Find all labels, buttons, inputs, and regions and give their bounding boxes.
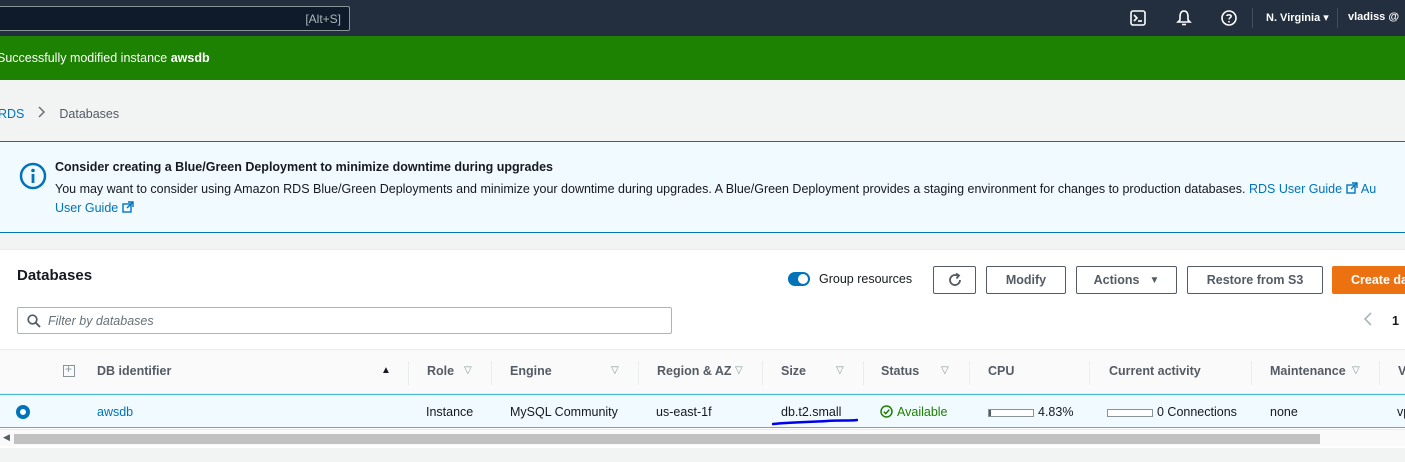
row-select-radio[interactable] — [16, 405, 30, 419]
status-ok-icon — [880, 405, 893, 418]
column-divider — [1379, 361, 1380, 385]
breadcrumb: RDS Databases — [0, 106, 119, 121]
column-role[interactable]: Role — [427, 364, 454, 378]
column-divider — [408, 361, 409, 385]
column-divider — [638, 361, 639, 385]
activity-bar — [1107, 409, 1153, 417]
column-current-activity[interactable]: Current activity — [1109, 364, 1201, 378]
column-divider — [863, 361, 864, 385]
cell-engine: MySQL Community — [510, 405, 618, 419]
sort-icon[interactable]: ▽ — [611, 365, 619, 376]
column-divider — [491, 361, 492, 385]
caret-down-icon: ▼ — [1149, 274, 1160, 286]
column-divider — [1089, 361, 1090, 385]
expand-all-icon[interactable] — [63, 362, 75, 377]
search-input[interactable]: [Alt+S] — [0, 6, 350, 31]
cpu-usage-bar — [988, 409, 1034, 417]
info-icon — [19, 162, 47, 190]
refresh-icon — [948, 272, 961, 286]
account-menu[interactable]: vladiss @ — [1348, 11, 1399, 23]
flash-instance-name: awsdb — [170, 51, 210, 65]
cell-cpu: 4.83% — [1038, 405, 1074, 419]
scroll-left-icon[interactable]: ◀ — [3, 432, 10, 443]
alert-body: You may want to consider using Amazon RD… — [55, 182, 1377, 215]
cpu-usage-fill — [989, 410, 992, 416]
nav-divider — [1252, 8, 1253, 28]
cell-size: db.t2.small — [781, 405, 842, 419]
column-cpu[interactable]: CPU — [988, 364, 1014, 378]
actions-button[interactable]: Actions ▼ — [1076, 266, 1177, 294]
page-footer-strip — [0, 448, 1405, 462]
column-maintenance[interactable]: Maintenance — [1270, 364, 1346, 378]
column-divider — [762, 361, 763, 385]
cell-region-az: us-east-1f — [656, 405, 712, 419]
group-resources-toggle[interactable] — [788, 272, 810, 286]
nav-divider — [1337, 8, 1338, 28]
column-region-az[interactable]: Region & AZ — [657, 364, 732, 378]
region-selector[interactable]: N. Virginia ▾ — [1266, 11, 1329, 24]
db-identifier-link[interactable]: awsdb — [97, 405, 133, 419]
breadcrumb-current: Databases — [59, 107, 120, 121]
sort-icon[interactable]: ▽ — [1352, 365, 1360, 376]
panel-title: Databases — [17, 267, 93, 284]
external-link-icon — [1346, 182, 1358, 194]
external-link-icon — [122, 201, 134, 213]
column-divider — [1251, 361, 1252, 385]
scrollbar-thumb[interactable] — [14, 434, 1320, 444]
chevron-left-icon[interactable] — [1363, 312, 1373, 331]
success-flashbar: Successfully modified instance awsdb — [0, 36, 1405, 80]
cell-maintenance: none — [1270, 405, 1298, 419]
rds-user-guide-link[interactable]: RDS User Guide — [1249, 182, 1358, 196]
chevron-right-icon — [38, 106, 46, 121]
column-status[interactable]: Status — [881, 364, 919, 378]
column-engine[interactable]: Engine — [510, 364, 552, 378]
alert-title: Consider creating a Blue/Green Deploymen… — [55, 160, 553, 174]
help-icon[interactable] — [1220, 9, 1238, 27]
cell-vpc: vp — [1397, 405, 1405, 419]
search-icon — [27, 314, 41, 328]
flash-message: Successfully modified instance awsdb — [0, 51, 210, 65]
horizontal-scrollbar[interactable]: ◀ — [0, 429, 1405, 446]
table-header: DB identifier ▲ Role ▽ Engine ▽ Region &… — [0, 349, 1405, 394]
column-db-identifier[interactable]: DB identifier — [97, 364, 171, 378]
breadcrumb-rds-link[interactable]: RDS — [0, 107, 24, 121]
sort-icon[interactable]: ▽ — [735, 365, 743, 376]
group-resources-label: Group resources — [819, 272, 913, 286]
table-row[interactable]: awsdb Instance MySQL Community us-east-1… — [0, 394, 1405, 428]
sort-icon[interactable]: ▽ — [836, 365, 844, 376]
refresh-button[interactable] — [933, 266, 976, 294]
column-vpc[interactable]: V — [1398, 364, 1405, 378]
restore-from-s3-button[interactable]: Restore from S3 — [1187, 266, 1323, 294]
cloudshell-icon[interactable] — [1129, 9, 1147, 27]
modify-button[interactable]: Modify — [986, 266, 1066, 294]
filter-input[interactable]: Filter by databases — [17, 307, 672, 334]
sort-icon[interactable]: ▽ — [941, 365, 949, 376]
cell-current-activity: 0 Connections — [1157, 405, 1237, 419]
top-navigation-bar: [Alt+S] N. Virginia ▾ vladiss @ — [0, 0, 1405, 36]
page-number[interactable]: 1 — [1392, 314, 1399, 328]
sort-icon[interactable]: ▽ — [464, 365, 472, 376]
create-database-button[interactable]: Create da — [1332, 266, 1405, 294]
cell-status: Available — [880, 405, 948, 419]
sort-ascending-icon[interactable]: ▲ — [381, 365, 391, 376]
info-alert: Consider creating a Blue/Green Deploymen… — [0, 141, 1405, 233]
cell-role: Instance — [426, 405, 474, 419]
filter-placeholder: Filter by databases — [48, 314, 154, 328]
databases-panel: Databases Group resources Modify Actions… — [0, 249, 1405, 462]
bell-icon[interactable] — [1175, 9, 1193, 27]
hand-drawn-underline-annotation — [772, 418, 858, 426]
column-divider — [969, 361, 970, 385]
column-size[interactable]: Size — [781, 364, 806, 378]
search-shortcut-hint: [Alt+S] — [305, 12, 341, 26]
